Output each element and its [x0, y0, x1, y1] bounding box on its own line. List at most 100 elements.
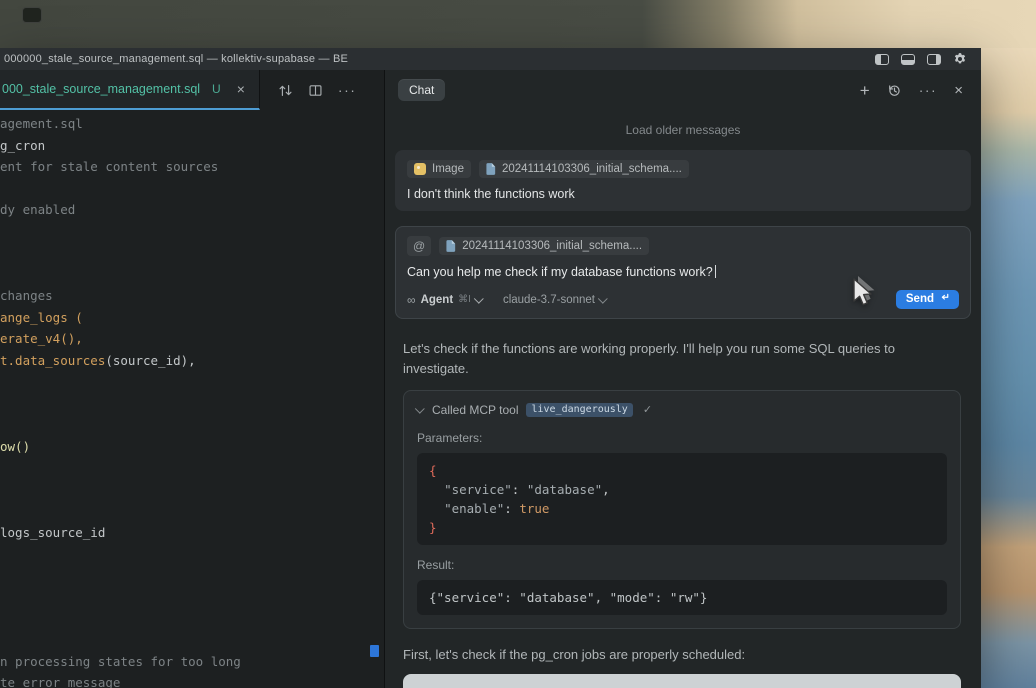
chat-composer[interactable]: @ 20241114103306_initial_schema.... Can … [395, 226, 971, 319]
mcp-tool-card: Called MCP tool live_dangerously ✓ Param… [403, 390, 961, 629]
mouse-cursor [850, 276, 880, 310]
desktop-widget-icon [22, 7, 42, 23]
code-line [0, 608, 384, 630]
image-icon [414, 163, 426, 175]
compare-changes-icon[interactable] [278, 83, 293, 98]
code-line [0, 479, 384, 501]
toggle-bottom-panel-icon[interactable] [901, 54, 915, 65]
split-editor-icon[interactable] [308, 83, 323, 98]
code-line: g_cron [0, 135, 384, 157]
chip-label: Image [432, 163, 464, 175]
file-attachment-chip[interactable]: 20241114103306_initial_schema.... [479, 160, 689, 178]
tool-title: Called MCP tool [432, 403, 518, 417]
check-icon: ✓ [643, 403, 652, 416]
editor-code[interactable]: agement.sqlg_cronent for stale content s… [0, 110, 384, 688]
editor-scroll-indicator [370, 645, 379, 657]
app-window: 000000_stale_source_management.sql — kol… [0, 48, 981, 688]
code-line: agement.sql [0, 113, 384, 135]
model-label: claude-3.7-sonnet [503, 294, 595, 306]
settings-gear-icon[interactable] [953, 52, 967, 66]
code-line [0, 242, 384, 264]
code-line: te error message [0, 672, 384, 688]
chip-label: 20241114103306_initial_schema.... [462, 240, 642, 252]
code-line: erate_v4(), [0, 328, 384, 350]
agent-mode-select[interactable]: ∞ Agent ⌘I [407, 293, 483, 307]
editor-toolbar: ··· [278, 70, 357, 110]
code-line: "service": "database", [429, 480, 935, 499]
result-label: Result: [417, 558, 947, 572]
tab-close-icon[interactable]: × [237, 81, 245, 97]
code-line [0, 500, 384, 522]
at-icon: @ [413, 239, 425, 253]
code-line: } [429, 518, 935, 537]
code-line [0, 629, 384, 651]
chat-close-icon[interactable]: × [954, 83, 963, 98]
load-older-messages-button[interactable]: Load older messages [395, 123, 971, 137]
mode-label: Agent [421, 294, 454, 306]
code-line: ow() [0, 436, 384, 458]
code-line: {"service": "database", "mode": "rw"} [429, 588, 935, 607]
params-code: { "service": "database", "enable": true} [417, 453, 947, 545]
chevron-down-icon [474, 294, 484, 304]
text-caret [715, 265, 717, 278]
chat-toolbar: + ··· × [860, 82, 963, 99]
mention-chip[interactable]: @ [407, 236, 431, 256]
chat-input-text: Can you help me check if my database fun… [407, 265, 713, 279]
code-line [0, 393, 384, 415]
window-content: 000_stale_source_management.sql U × ··· [0, 70, 981, 688]
titlebar-actions [875, 52, 967, 66]
editor-tab-active[interactable]: 000_stale_source_management.sql U × [0, 70, 260, 110]
file-icon [486, 163, 496, 175]
code-line: t.data_sources(source_id), [0, 350, 384, 372]
code-line [0, 414, 384, 436]
editor-tab-bar: 000_stale_source_management.sql U × ··· [0, 70, 384, 110]
code-line: changes [0, 285, 384, 307]
window-title: 000000_stale_source_management.sql — kol… [4, 53, 348, 65]
infinity-icon: ∞ [407, 293, 416, 307]
desktop: 000000_stale_source_management.sql — kol… [0, 0, 1036, 688]
window-titlebar[interactable]: 000000_stale_source_management.sql — kol… [0, 48, 981, 70]
send-label: Send [906, 293, 934, 305]
image-attachment-chip[interactable]: Image [407, 160, 471, 178]
chat-more-icon[interactable]: ··· [919, 83, 938, 97]
message-text: I don't think the functions work [407, 187, 959, 201]
code-line: dy enabled [0, 199, 384, 221]
code-line [0, 586, 384, 608]
code-line: logs_source_id [0, 522, 384, 544]
assistant-message: Let's check if the functions are working… [403, 339, 931, 378]
code-line [0, 543, 384, 565]
chip-label: 20241114103306_initial_schema.... [502, 163, 682, 175]
toggle-left-panel-icon[interactable] [875, 54, 889, 65]
tool-card-header[interactable]: Called MCP tool live_dangerously ✓ [417, 401, 947, 418]
tab-chat[interactable]: Chat [398, 79, 445, 101]
code-line [0, 178, 384, 200]
code-line [0, 264, 384, 286]
history-icon[interactable] [887, 83, 902, 98]
code-line [0, 457, 384, 479]
code-line [0, 221, 384, 243]
user-message-card: Image 20241114103306_initial_schema.... … [395, 150, 971, 211]
code-line [0, 565, 384, 587]
parameters-label: Parameters: [417, 431, 947, 445]
desktop-wallpaper-right [981, 48, 1036, 688]
chat-pane: Chat + ··· × Load older messages [385, 70, 981, 688]
code-line [0, 371, 384, 393]
chat-header: Chat + ··· × [385, 70, 981, 110]
toggle-right-panel-icon[interactable] [927, 54, 941, 65]
chevron-down-icon [415, 404, 425, 414]
file-attachment-chip[interactable]: 20241114103306_initial_schema.... [439, 237, 649, 255]
result-code: {"service": "database", "mode": "rw"} [417, 580, 947, 615]
git-status-badge: U [212, 82, 221, 96]
upcoming-code-block [403, 674, 961, 688]
editor-tab-label: 000_stale_source_management.sql [2, 82, 200, 96]
tool-name-badge: live_dangerously [526, 403, 632, 417]
editor-pane: 000_stale_source_management.sql U × ··· [0, 70, 385, 688]
model-select[interactable]: claude-3.7-sonnet [503, 294, 607, 306]
code-line: { [429, 461, 935, 480]
new-chat-icon[interactable]: + [860, 82, 870, 99]
code-line: ent for stale content sources [0, 156, 384, 178]
send-button[interactable]: Send [896, 290, 959, 309]
attachment-chips: Image 20241114103306_initial_schema.... [407, 160, 959, 178]
assistant-message: First, let's check if the pg_cron jobs a… [403, 645, 961, 665]
editor-more-icon[interactable]: ··· [338, 83, 357, 97]
